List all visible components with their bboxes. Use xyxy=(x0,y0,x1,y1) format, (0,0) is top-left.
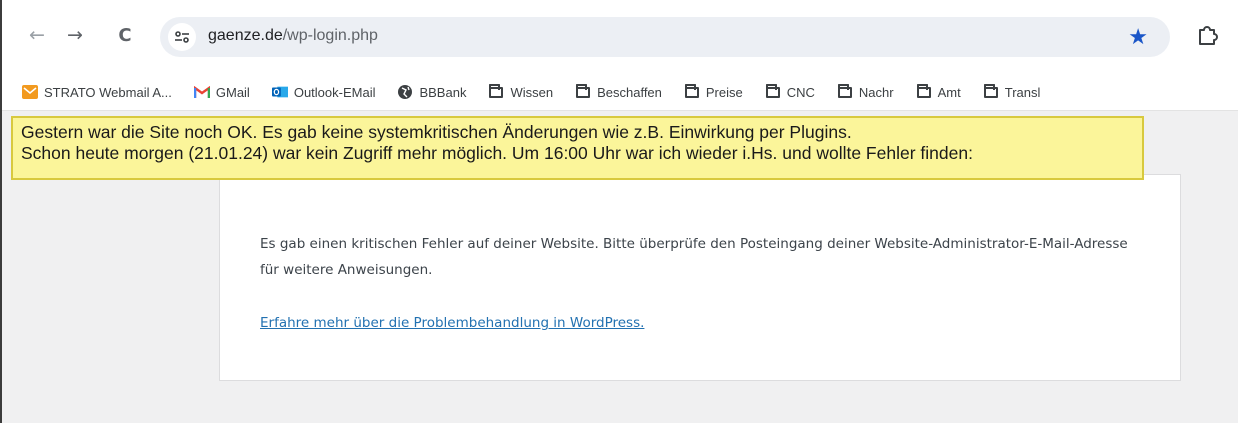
bookmark-label: BBBank xyxy=(419,84,467,100)
reload-button[interactable]: C xyxy=(110,20,140,50)
bookmark-outlook[interactable]: Outlook-EMail xyxy=(271,84,376,100)
bookmark-label: STRATO Webmail A... xyxy=(44,84,172,100)
bookmark-label: Beschaffen xyxy=(597,84,662,100)
folder-icon xyxy=(684,83,700,100)
url-text[interactable]: gaenze.de/wp-login.php xyxy=(208,27,378,45)
bookmark-label: Transl xyxy=(1004,84,1041,100)
bookmark-gmail[interactable]: GMail xyxy=(193,84,250,100)
bookmark-folder-cnc[interactable]: CNC xyxy=(765,83,815,100)
bookmark-folder-beschaffen[interactable]: Beschaffen xyxy=(575,83,662,100)
tune-icon xyxy=(175,31,189,43)
wp-error-box: Es gab einen kritischen Fehler auf deine… xyxy=(219,174,1181,381)
toolbar-divider xyxy=(2,110,1238,111)
bookmark-folder-transl[interactable]: Transl xyxy=(983,83,1041,100)
forward-button[interactable]: → xyxy=(60,20,90,50)
gmail-icon xyxy=(193,84,210,100)
bookmark-label: Wissen xyxy=(510,84,554,100)
folder-icon xyxy=(837,83,853,100)
url-path: /wp-login.php xyxy=(282,27,378,44)
bookmark-label: Nachr xyxy=(858,84,894,100)
bookmark-folder-nachr[interactable]: Nachr xyxy=(837,83,894,100)
bookmark-folder-amt[interactable]: Amt xyxy=(916,83,961,100)
folder-icon xyxy=(488,83,504,100)
forward-arrow-icon: → xyxy=(67,24,83,46)
bookmark-strato[interactable]: STRATO Webmail A... xyxy=(22,84,172,100)
bookmark-folder-wissen[interactable]: Wissen xyxy=(488,83,554,100)
browser-toolbar: ← → C gaenze.de/wp-login.php ★ xyxy=(2,0,1238,74)
folder-icon xyxy=(983,83,999,100)
folder-icon xyxy=(765,83,781,100)
bookmarks-bar: STRATO Webmail A... GMail Outlook-EMail … xyxy=(2,74,1238,110)
address-bar[interactable]: gaenze.de/wp-login.php ★ xyxy=(160,17,1170,57)
bookmark-label: CNC xyxy=(786,84,815,100)
bookmark-label: Preise xyxy=(705,84,743,100)
back-button[interactable]: ← xyxy=(22,20,52,50)
bookmark-label: Outlook-EMail xyxy=(293,84,376,100)
site-info-button[interactable] xyxy=(168,23,196,51)
user-annotation-note: Gestern war die Site noch OK. Es gab kei… xyxy=(11,116,1144,180)
troubleshooting-link[interactable]: Erfahre mehr über die Problembehandlung … xyxy=(260,315,644,331)
annotation-line-2: Schon heute morgen (21.01.24) war kein Z… xyxy=(21,143,973,163)
bookmark-folder-preise[interactable]: Preise xyxy=(684,83,743,100)
extensions-puzzle-icon[interactable] xyxy=(1194,22,1220,48)
bookmark-label: Amt xyxy=(937,84,961,100)
strato-icon xyxy=(22,84,38,100)
globe-icon xyxy=(397,84,413,100)
error-message: Es gab einen kritischen Fehler auf deine… xyxy=(260,236,1128,278)
folder-icon xyxy=(575,83,591,100)
outlook-icon xyxy=(271,84,288,100)
annotation-line-1: Gestern war die Site noch OK. Es gab kei… xyxy=(21,122,852,142)
reload-icon: C xyxy=(118,24,132,46)
bookmark-label: GMail xyxy=(215,84,250,100)
back-arrow-icon: ← xyxy=(29,24,45,46)
bookmark-bbbank[interactable]: BBBank xyxy=(397,84,466,100)
url-domain: gaenze.de xyxy=(208,27,283,44)
bookmark-star-icon[interactable]: ★ xyxy=(1128,25,1148,50)
folder-icon xyxy=(916,83,932,100)
